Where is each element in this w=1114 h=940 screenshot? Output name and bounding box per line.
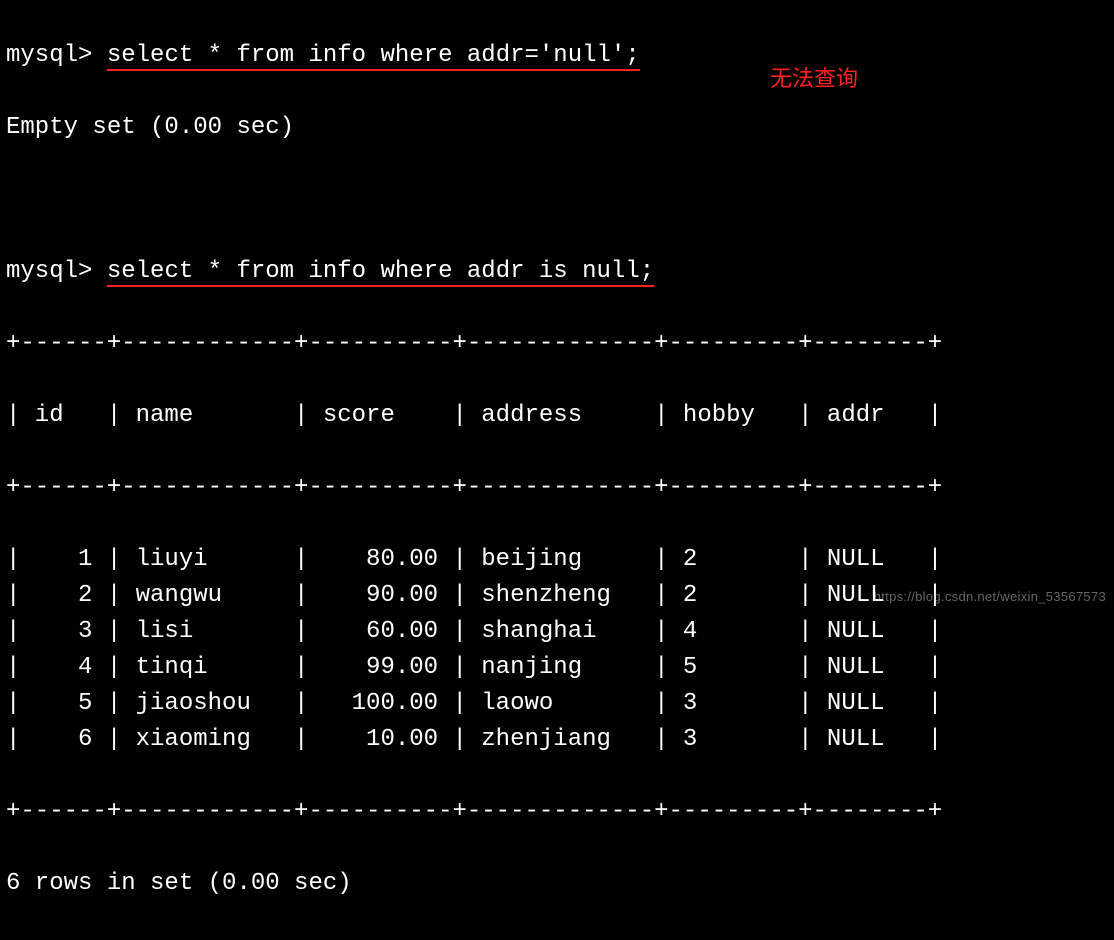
terminal-output: mysql> select * from info where addr='nu… [0, 0, 1114, 940]
sql-query-2: select * from info where addr is null; [107, 258, 654, 287]
sql-query-1: select * from info where addr='null'; [107, 42, 640, 71]
mysql-prompt: mysql> [6, 258, 92, 285]
table-row: | 6 | xiaoming | 10.00 | zhenjiang | 3 |… [6, 722, 1108, 758]
table-border: +------+------------+----------+--------… [6, 470, 1108, 506]
mysql-prompt: mysql> [6, 42, 92, 69]
watermark-url: https://blog.csdn.net/weixin_53567573 [874, 587, 1106, 607]
table-row: | 5 | jiaoshou | 100.00 | laowo | 3 | NU… [6, 686, 1108, 722]
table-border: +------+------------+----------+--------… [6, 326, 1108, 362]
table-row: | 4 | tinqi | 99.00 | nanjing | 5 | NULL… [6, 650, 1108, 686]
empty-set-result: Empty set (0.00 sec) [6, 110, 1108, 146]
rows-summary: 6 rows in set (0.00 sec) [6, 866, 1108, 902]
table-border: +------+------------+----------+--------… [6, 794, 1108, 830]
annotation-cannot-query: 无法查询 [770, 62, 858, 95]
table-row: | 1 | liuyi | 80.00 | beijing | 2 | NULL… [6, 542, 1108, 578]
table-row: | 3 | lisi | 60.00 | shanghai | 4 | NULL… [6, 614, 1108, 650]
table-header: | id | name | score | address | hobby | … [6, 398, 1108, 434]
